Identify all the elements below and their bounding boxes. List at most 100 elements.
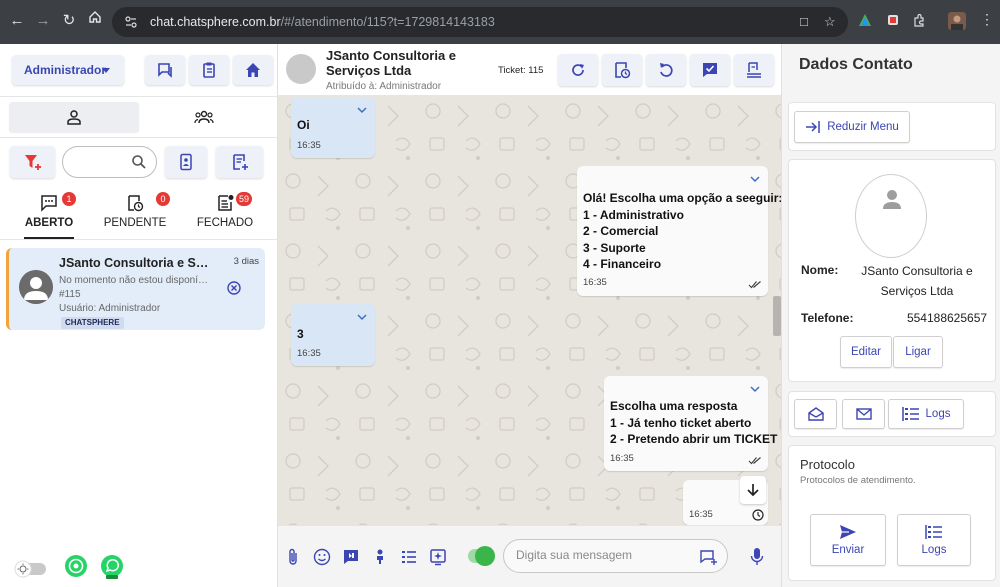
edit-contact-label: Editar xyxy=(850,346,882,358)
schedule-button[interactable] xyxy=(602,54,642,86)
tab-pendente-label: PENDENTE xyxy=(103,217,167,229)
new-ticket-button[interactable] xyxy=(216,146,263,178)
message-incoming[interactable]: 3 16:35 xyxy=(291,304,375,366)
tab-pendente[interactable]: 0 PENDENTE xyxy=(90,186,180,238)
ticket-list-item[interactable]: JSanto Consultoria e Ser... 3 dias No mo… xyxy=(6,248,265,330)
refresh-icon xyxy=(572,64,584,76)
theme-toggle[interactable] xyxy=(14,560,48,581)
home-button[interactable] xyxy=(233,55,273,85)
transfer-button[interactable] xyxy=(734,54,774,86)
chat-scrollbar[interactable] xyxy=(773,296,781,336)
message-time: 16:35 xyxy=(610,453,634,464)
close-ticket-icon[interactable] xyxy=(227,281,241,298)
extensions-icon[interactable] xyxy=(912,13,926,30)
list-icon xyxy=(901,407,919,421)
app: Administrador 1 ABERTO 0 PENDENTE 59 FEC… xyxy=(0,44,1000,587)
active-tab-underline xyxy=(24,237,74,239)
message-time: 16:35 xyxy=(689,509,713,520)
list-icon[interactable] xyxy=(398,546,420,568)
browser-menu-icon[interactable]: ⋮ xyxy=(980,11,994,28)
extension-icon[interactable] xyxy=(858,13,872,30)
clipboard-button[interactable] xyxy=(189,55,229,85)
protocol-logs-button[interactable]: Logs xyxy=(897,514,971,566)
house-icon xyxy=(246,63,260,77)
send-icon xyxy=(840,525,856,539)
chevron-down-icon[interactable] xyxy=(357,310,367,324)
quick-reply-icon[interactable] xyxy=(340,546,362,568)
message-outgoing[interactable]: Olá! Escolha uma opção a seeguir: 1 - Ad… xyxy=(577,166,781,296)
bookmark-star-icon[interactable]: ☆ xyxy=(824,14,836,30)
users-group-icon xyxy=(194,110,214,124)
contact-info-card: Nome: JSanto Consultoria e Serviços Ltda… xyxy=(788,159,996,382)
arrow-down-icon xyxy=(747,484,759,497)
url-text: chat.chatsphere.com.br/#/atendimento/115… xyxy=(150,15,495,29)
whatsapp-icon[interactable] xyxy=(100,554,124,583)
logs-button[interactable]: Logs xyxy=(888,399,964,429)
role-select-label: Administrador xyxy=(24,63,107,77)
filter-button[interactable] xyxy=(10,146,55,178)
send-message-icon[interactable] xyxy=(699,549,717,568)
add-note-icon xyxy=(232,154,248,170)
call-contact-button[interactable]: Ligar xyxy=(893,336,943,368)
message-outgoing[interactable]: Escolha uma resposta 1 - Já tenho ticket… xyxy=(604,376,777,471)
message-input[interactable] xyxy=(516,548,686,562)
chat-panel: JSanto Consultoria e Serviços Ltda Atrib… xyxy=(278,44,781,587)
signature-icon[interactable] xyxy=(369,546,391,568)
filter-row xyxy=(0,141,278,183)
tab-my-tickets[interactable] xyxy=(9,102,139,132)
back-icon[interactable]: ← xyxy=(4,12,30,29)
toggle-knob xyxy=(475,546,495,566)
email-button[interactable] xyxy=(842,399,885,429)
return-button[interactable] xyxy=(646,54,686,86)
extension-puzzle-icon[interactable] xyxy=(886,13,900,30)
message-incoming[interactable]: Oi 16:35 xyxy=(291,97,375,158)
address-bar[interactable]: chat.chatsphere.com.br/#/atendimento/115… xyxy=(112,7,848,37)
contact-drawer-title: Dados Contato xyxy=(799,56,913,73)
contact-card-button[interactable] xyxy=(165,146,207,178)
tab-all-tickets[interactable] xyxy=(139,102,269,132)
site-info-icon[interactable] xyxy=(124,15,138,29)
contact-drawer: Dados Contato Reduzir Menu Nome: JSanto … xyxy=(781,44,1000,587)
sign-messages-toggle[interactable] xyxy=(468,546,495,566)
ticket-time: 3 dias xyxy=(233,256,259,267)
chevron-down-icon[interactable] xyxy=(357,103,367,117)
chevron-down-icon[interactable] xyxy=(750,382,760,396)
role-select[interactable]: Administrador xyxy=(12,55,124,85)
reload-icon[interactable]: ↻ xyxy=(56,11,82,29)
profile-avatar[interactable] xyxy=(948,12,966,33)
attach-icon[interactable] xyxy=(282,546,304,568)
reopen-button[interactable] xyxy=(558,54,598,86)
chevron-down-icon[interactable] xyxy=(750,172,760,186)
chat-messages-area[interactable]: Oi 16:35 Olá! Escolha uma opção a seegui… xyxy=(278,96,781,525)
status-tabs: 1 ABERTO 0 PENDENTE 59 FECHADO xyxy=(0,186,278,240)
resolve-button[interactable] xyxy=(690,54,730,86)
send-protocol-button[interactable]: Enviar xyxy=(810,514,886,566)
ticket-user: Usuário: Administrador xyxy=(59,303,161,314)
ticket-contact-name: JSanto Consultoria e Ser... xyxy=(59,256,209,270)
name-value: JSanto Consultoria e Serviços Ltda xyxy=(861,264,973,298)
tab-aberto[interactable]: 1 ABERTO xyxy=(4,186,94,239)
email-open-button[interactable] xyxy=(794,399,837,429)
ticket-number: #115 xyxy=(59,289,81,300)
message-time: 16:35 xyxy=(297,140,321,151)
reduce-menu-button[interactable]: Reduzir Menu xyxy=(794,111,910,143)
ai-assistant-icon[interactable] xyxy=(427,546,449,568)
search-input[interactable] xyxy=(62,146,157,178)
name-label: Nome: xyxy=(801,263,839,277)
forward-icon[interactable]: → xyxy=(30,12,56,29)
tab-aberto-label: ABERTO xyxy=(24,217,74,229)
messages-button[interactable] xyxy=(145,55,185,85)
chat-header: JSanto Consultoria e Serviços Ltda Atrib… xyxy=(278,44,781,96)
microphone-icon[interactable] xyxy=(746,546,768,568)
chat-assigned-to: Atribuído à: Administrador xyxy=(326,81,442,92)
open-count-badge: 1 xyxy=(62,192,76,206)
tab-fechado[interactable]: 59 FECHADO xyxy=(180,186,270,238)
phone-label: Telefone: xyxy=(801,311,854,325)
install-app-icon[interactable]: □ xyxy=(800,14,808,29)
home-icon[interactable] xyxy=(82,10,108,28)
emoji-icon[interactable] xyxy=(311,546,333,568)
edit-contact-button[interactable]: Editar xyxy=(840,336,892,368)
whatsapp-connection-icon[interactable] xyxy=(64,554,88,581)
scroll-to-bottom-button[interactable] xyxy=(740,476,766,504)
protocol-logs-label: Logs xyxy=(921,544,947,556)
